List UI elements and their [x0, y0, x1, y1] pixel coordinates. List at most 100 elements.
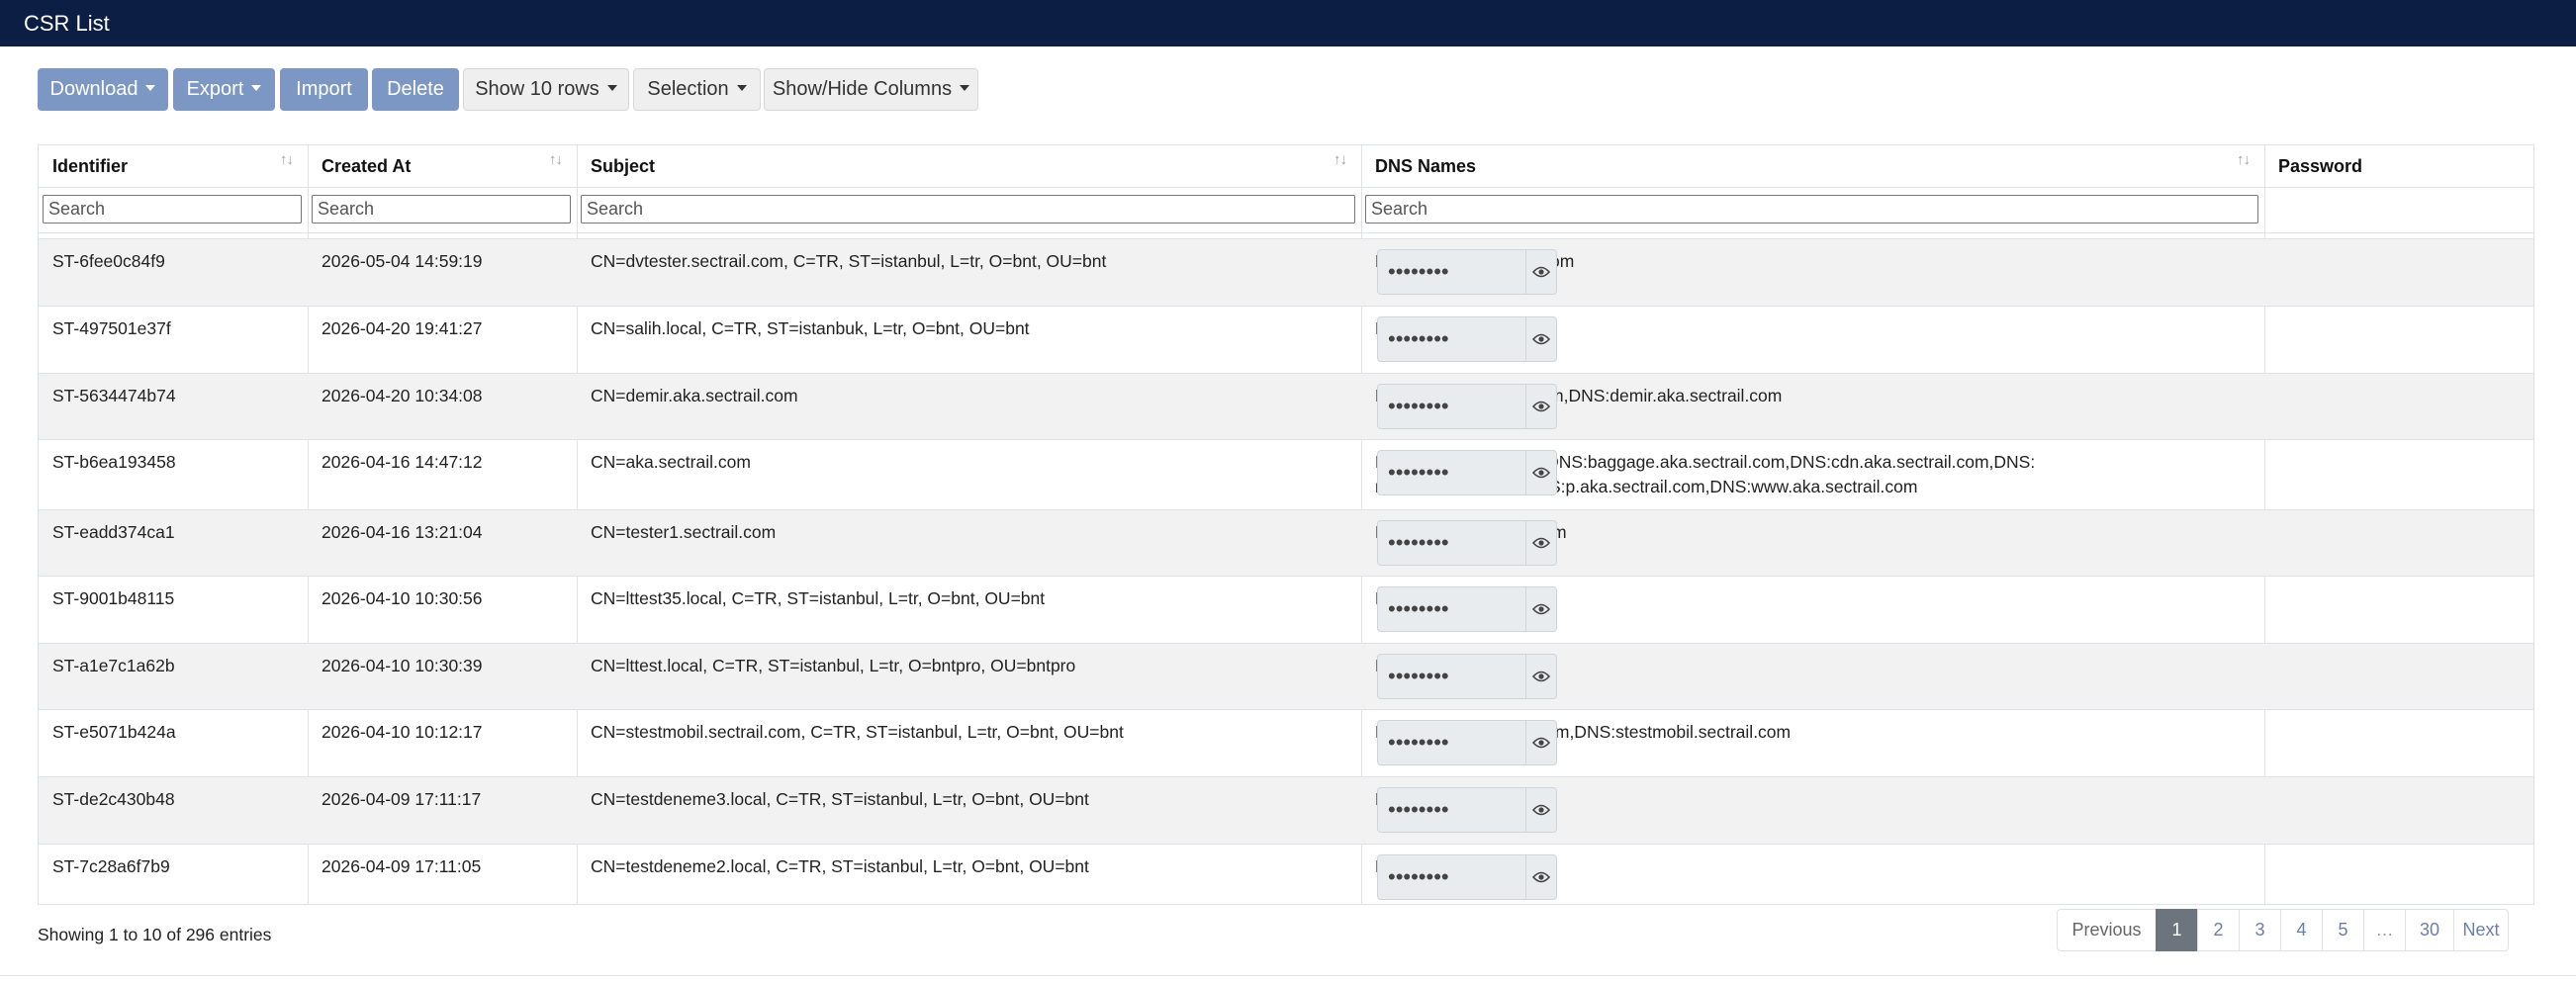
header-created-at[interactable]: Created At [308, 145, 577, 187]
table-row[interactable]: ST-b6ea193458 2026-04-16 14:47:12 CN=aka.s… [39, 439, 2533, 509]
header-password-label: Password [2278, 156, 2363, 176]
password-input[interactable] [1377, 249, 1525, 295]
export-button[interactable]: Export [173, 68, 275, 111]
eye-icon[interactable] [1525, 787, 1557, 833]
show-hide-columns-button[interactable]: Show/Hide Columns [764, 68, 978, 111]
password-field-group [1377, 249, 1557, 295]
csr-list-page: CSR List Download Export Import Delete S… [0, 0, 2576, 985]
download-button[interactable]: Download [38, 68, 168, 111]
header-created-label: Created At [322, 156, 412, 176]
password-input[interactable] [1377, 316, 1525, 362]
table-row[interactable]: ST-7c28a6f7b9 2026-04-09 17:11:05 CN=testd… [39, 844, 2533, 904]
password-field-group [1377, 384, 1557, 429]
eye-icon[interactable] [1525, 520, 1557, 566]
header-divider [39, 187, 2533, 188]
password-input[interactable] [1377, 520, 1525, 566]
header-dns-names[interactable]: DNS Names [1361, 145, 2264, 187]
eye-icon[interactable] [1525, 586, 1557, 632]
eye-icon[interactable] [1525, 720, 1557, 765]
subject-cell: CN=demir.aka.sectrail.com [591, 386, 798, 405]
table-row[interactable]: ST-e5071b424a 2026-04-10 10:12:17 CN=stest… [39, 709, 2533, 776]
dns-search-input[interactable] [1365, 195, 2258, 224]
page-30-button[interactable]: 30 [2405, 909, 2454, 951]
password-input[interactable] [1377, 586, 1525, 632]
show-rows-label: Show 10 rows [475, 78, 599, 100]
password-field-group [1377, 654, 1557, 699]
header-subject[interactable]: Subject [577, 145, 1361, 187]
table-row[interactable]: ST-eadd374ca1 2026-04-16 13:21:04 CN=teste… [39, 509, 2533, 576]
password-field-group [1377, 586, 1557, 632]
pagination: Previous 1 2 3 4 5… 30 Next [2057, 909, 2509, 951]
eye-icon[interactable] [1525, 854, 1557, 900]
eye-icon[interactable] [1525, 316, 1557, 362]
subject-cell: CN=lttest.local, C=TR, ST=istanbul, L=tr… [591, 656, 1076, 675]
sort-icon[interactable]: ↑↓ [2237, 151, 2251, 168]
eye-icon[interactable] [1525, 384, 1557, 429]
subject-cell: CN=testdeneme2.local, C=TR, ST=istanbul,… [591, 856, 1089, 876]
created-at-cell: 2026-04-10 10:30:56 [322, 588, 483, 608]
page-5-button[interactable]: 5 [2322, 909, 2364, 951]
filter-divider [39, 232, 2533, 233]
eye-icon[interactable] [1525, 450, 1557, 495]
selection-button[interactable]: Selection [633, 68, 761, 111]
show-rows-button[interactable]: Show 10 rows [463, 68, 629, 111]
header-identifier-label: Identifier [52, 156, 129, 176]
page-4-button[interactable]: 4 [2280, 909, 2323, 951]
previous-page-button[interactable]: Previous [2057, 909, 2157, 951]
bottom-divider [0, 975, 2576, 976]
header-identifier[interactable]: Identifier [39, 145, 308, 187]
password-field-group [1377, 450, 1557, 495]
password-input[interactable] [1377, 720, 1525, 765]
header-password: Password [2264, 145, 2533, 187]
selection-label: Selection [647, 78, 729, 100]
download-label: Download [49, 78, 138, 100]
identifier-cell: ST-b6ea193458 [52, 452, 176, 472]
subject-cell: CN=lttest35.local, C=TR, ST=istanbul, L=… [591, 588, 1046, 608]
caret-down-icon [251, 84, 262, 91]
identifier-cell: ST-7c28a6f7b9 [52, 856, 170, 876]
header-dns-label: DNS Names [1375, 156, 1477, 176]
password-input[interactable] [1377, 654, 1525, 699]
sort-icon[interactable]: ↑↓ [280, 151, 294, 168]
caret-down-icon [736, 84, 747, 91]
show-hide-label: Show/Hide Columns [772, 78, 953, 100]
eye-icon[interactable] [1525, 654, 1557, 699]
password-input[interactable] [1377, 854, 1525, 900]
delete-button[interactable]: Delete [372, 68, 459, 111]
page-title: CSR List [0, 0, 2576, 46]
page-2-button[interactable]: 2 [2197, 909, 2240, 951]
created-at-cell: 2026-04-20 10:34:08 [322, 386, 483, 405]
identifier-search-input[interactable] [43, 195, 302, 224]
import-button[interactable]: Import [280, 68, 368, 111]
csr-table: Identifier ↑↓ Created At ↑↓ Subject ↑↓ D… [38, 144, 2534, 905]
created-at-search-input[interactable] [312, 195, 571, 224]
created-at-cell: 2026-04-09 17:11:05 [322, 856, 482, 876]
header-subject-label: Subject [591, 156, 656, 176]
identifier-cell: ST-497501e37f [52, 318, 171, 338]
sort-icon[interactable]: ↑↓ [1334, 151, 1347, 168]
table-row[interactable]: ST-5634474b74 2026-04-20 10:34:08 CN=demir… [39, 373, 2533, 439]
created-at-cell: 2026-04-16 13:21:04 [322, 522, 483, 542]
password-input[interactable] [1377, 787, 1525, 833]
subject-search-input[interactable] [581, 195, 1355, 224]
identifier-cell: ST-9001b48115 [52, 588, 175, 608]
eye-icon[interactable] [1525, 249, 1557, 295]
table-row[interactable]: ST-9001b48115 2026-04-10 10:30:56 CN=lttes… [39, 576, 2533, 643]
table-row[interactable]: ST-497501e37f 2026-04-20 19:41:27 CN=salih… [39, 306, 2533, 373]
subject-cell: CN=stestmobil.sectrail.com, C=TR, ST=ist… [591, 722, 1124, 742]
caret-down-icon [145, 84, 156, 91]
identifier-cell: ST-a1e7c1a62b [52, 656, 175, 675]
table-row[interactable]: ST-de2c430b48 2026-04-09 17:11:17 CN=testd… [39, 776, 2533, 844]
password-input[interactable] [1377, 384, 1525, 429]
next-page-button[interactable]: Next [2453, 909, 2509, 951]
sort-icon[interactable]: ↑↓ [549, 151, 563, 168]
table-row[interactable]: ST-6fee0c84f9 2026-05-04 14:59:19 CN=dvtes… [39, 238, 2533, 306]
page-1-button[interactable]: 1 [2156, 909, 2198, 951]
identifier-cell: ST-eadd374ca1 [52, 522, 175, 542]
export-label: Export [186, 78, 244, 100]
password-input[interactable] [1377, 450, 1525, 495]
page-3-button[interactable]: 3 [2239, 909, 2281, 951]
created-at-cell: 2026-05-04 14:59:19 [322, 251, 483, 271]
password-field-group [1377, 854, 1557, 900]
table-row[interactable]: ST-a1e7c1a62b 2026-04-10 10:30:39 CN=lttes… [39, 643, 2533, 709]
